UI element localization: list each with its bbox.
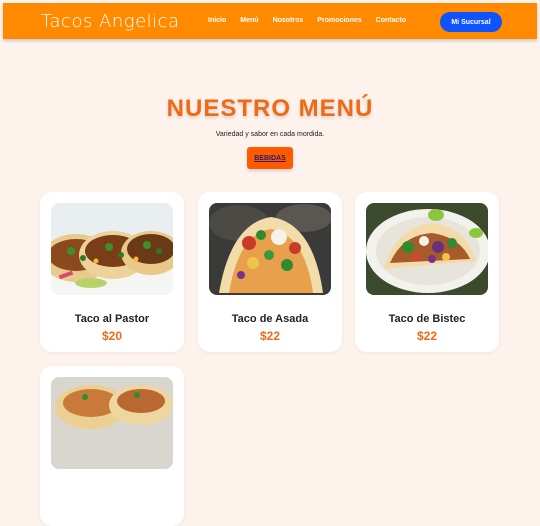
taco-de-asada-image (209, 203, 331, 295)
menu-card-bistec[interactable]: Taco de Bistec $22 (355, 192, 499, 352)
item-name: Taco de Asada (231, 313, 309, 325)
brand-logo-text[interactable]: Tacos Angelica (41, 11, 180, 32)
menu-card-next[interactable] (40, 366, 184, 526)
item-name: Taco de Bistec (388, 313, 466, 325)
item-price: $22 (416, 329, 438, 343)
item-price: $22 (259, 329, 281, 343)
item-price: $20 (101, 329, 123, 343)
menu-card-pastor[interactable]: Taco al Pastor $20 (40, 192, 184, 352)
page-title: NUESTRO MENÚ (166, 95, 374, 122)
top-navbar: Tacos Angelica Inicio Menú Nosotros Prom… (3, 3, 537, 39)
nav-link-inicio[interactable]: Inicio (208, 17, 226, 24)
menu-card-asada[interactable]: Taco de Asada $22 (198, 192, 342, 352)
item-name: Taco al Pastor (74, 313, 150, 325)
drinks-button[interactable]: BEBIDAS (247, 147, 293, 169)
taco-de-bistec-image (366, 203, 488, 295)
nav-link-nosotros[interactable]: Nosotros (273, 17, 304, 24)
page-subtitle: Variedad y sabor en cada mordida. (215, 131, 325, 138)
taco-image (51, 377, 173, 469)
my-branch-button[interactable]: Mi Sucursal (440, 12, 502, 32)
nav-link-contacto[interactable]: Contacto (376, 17, 406, 24)
nav-links: Inicio Menú Nosotros Promociones Contact… (208, 17, 406, 24)
taco-al-pastor-image (51, 203, 173, 295)
nav-link-promociones[interactable]: Promociones (317, 17, 361, 24)
nav-link-menu[interactable]: Menú (240, 17, 258, 24)
